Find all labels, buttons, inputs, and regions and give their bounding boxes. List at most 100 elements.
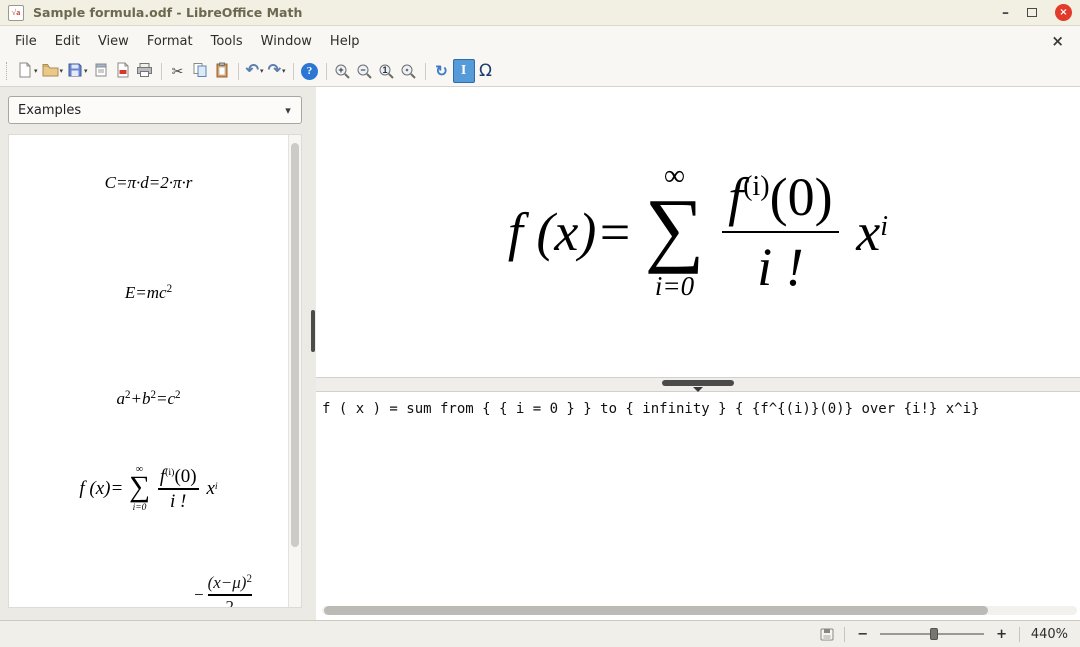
zoom-100-button[interactable]: 1 — [376, 59, 398, 83]
zoom-icon — [400, 63, 417, 80]
menu-help[interactable]: Help — [321, 30, 369, 53]
text-cursor-icon: I — [461, 63, 466, 79]
zoom-in-control[interactable]: + — [994, 628, 1009, 641]
fraction-bar — [208, 594, 252, 596]
help-button[interactable]: ? — [299, 59, 321, 83]
sum-symbol: ∑ — [645, 189, 705, 269]
zoom-100-icon: 1 — [378, 63, 395, 80]
zoom-level[interactable]: 440% — [1030, 627, 1068, 642]
chevron-down-icon[interactable]: ▾ — [60, 67, 64, 75]
chevron-down-icon[interactable]: ▾ — [84, 67, 88, 75]
menu-file[interactable]: File — [6, 30, 46, 53]
menu-format[interactable]: Format — [138, 30, 202, 53]
restore-button[interactable] — [1027, 8, 1037, 17]
window-title: Sample formula.odf - LibreOffice Math — [33, 5, 302, 20]
omega-icon: Ω — [479, 61, 492, 81]
summation: ∞ ∑ i=0 — [129, 465, 150, 514]
zoom-out-button[interactable]: − — [354, 59, 376, 83]
zoom-in-icon: + — [334, 63, 351, 80]
open-button[interactable]: ▾ — [40, 59, 66, 83]
toolbar-separator — [293, 63, 294, 80]
minimize-button[interactable]: – — [1002, 6, 1009, 20]
toolbar-separator — [238, 63, 239, 80]
menu-window[interactable]: Window — [252, 30, 321, 53]
formula-text: C=π·d=2·π·r — [105, 173, 193, 193]
undo-icon: ↶ — [246, 63, 259, 79]
cut-button[interactable]: ✂ — [167, 59, 189, 83]
example-formula-gaussian-partial[interactable]: − (x−μ)2 2 — [9, 573, 288, 608]
document-close-icon[interactable]: × — [1041, 32, 1074, 50]
example-formula-circle[interactable]: C=π·d=2·π·r — [9, 173, 288, 193]
zoom-in-button[interactable]: + — [332, 59, 354, 83]
formula-lhs: f (x)= — [79, 478, 123, 500]
editor-horizontal-scrollbar[interactable] — [322, 606, 1077, 615]
print-preview-icon — [93, 62, 109, 81]
paste-button[interactable] — [211, 59, 233, 83]
formula-cursor-button[interactable]: I — [453, 59, 475, 83]
minus-sign: − — [194, 585, 204, 605]
paste-icon — [214, 62, 230, 81]
save-icon — [67, 62, 83, 81]
scrollbar-thumb[interactable] — [291, 143, 299, 547]
examples-scrollbar[interactable] — [288, 135, 301, 607]
formula-text: E=mc2 — [125, 283, 172, 303]
redo-icon: ↷ — [268, 63, 281, 79]
chevron-down-icon[interactable]: ▾ — [277, 104, 299, 117]
sum-symbol: ∑ — [129, 474, 150, 502]
example-formula-taylor-series[interactable]: f (x)= ∞ ∑ i=0 f(i)(0) i ! xi — [9, 465, 288, 514]
document-modified-icon[interactable] — [820, 628, 834, 641]
menu-view[interactable]: View — [89, 30, 138, 53]
close-button[interactable]: × — [1055, 4, 1072, 21]
print-button[interactable] — [134, 59, 156, 83]
redo-button[interactable]: ↷ ▾ — [266, 59, 288, 83]
chevron-down-icon[interactable]: ▾ — [34, 67, 38, 75]
formula-preview-pane[interactable]: f (x)= ∞ ∑ i=0 f(i)(0) i ! xi — [316, 87, 1080, 377]
new-document-button[interactable]: ▾ — [15, 59, 40, 83]
statusbar: − + 440% — [0, 620, 1080, 647]
zoom-out-control[interactable]: − — [855, 628, 870, 641]
new-document-icon — [17, 62, 33, 81]
menubar: File Edit View Format Tools Window Help … — [0, 26, 1080, 56]
rendered-formula: f (x)= ∞ ∑ i=0 f(i)(0) i ! xi — [508, 163, 888, 302]
examples-selector-value: Examples — [18, 103, 277, 118]
zoom-out-icon: − — [356, 63, 373, 80]
open-folder-icon — [42, 62, 59, 81]
chevron-down-icon[interactable]: ▾ — [260, 67, 264, 75]
print-preview-button[interactable] — [90, 59, 112, 83]
example-formula-pythagoras[interactable]: a2+b2=c2 — [9, 389, 288, 409]
update-formula-button[interactable]: ↻ — [431, 59, 453, 83]
libreoffice-math-window: √a Sample formula.odf - LibreOffice Math… — [0, 0, 1080, 647]
fraction: f(i)(0) i ! — [716, 166, 844, 299]
zoom-button[interactable] — [398, 59, 420, 83]
fraction-bar — [158, 488, 199, 490]
menu-tools[interactable]: Tools — [202, 30, 252, 53]
example-formula-emc2[interactable]: E=mc2 — [9, 283, 288, 303]
save-button[interactable]: ▾ — [65, 59, 90, 83]
zoom-slider[interactable] — [880, 626, 984, 642]
splitter-grip[interactable] — [311, 310, 315, 352]
examples-list: C=π·d=2·π·r E=mc2 a2+b2=c2 f (x)= ∞ ∑ i=… — [8, 134, 302, 608]
menu-edit[interactable]: Edit — [46, 30, 89, 53]
zoom-slider-thumb[interactable] — [930, 628, 938, 640]
rendered-formula: f (x)= ∞ ∑ i=0 f(i)(0) i ! xi — [79, 465, 217, 514]
copy-button[interactable] — [189, 59, 211, 83]
standard-toolbar: ▾ ▾ ▾ ✂ ↶ ▾ — [0, 56, 1080, 87]
cut-icon: ✂ — [172, 63, 184, 80]
formula-source-text[interactable]: f ( x ) = sum from { { i = 0 } } to { in… — [316, 392, 1080, 426]
symbols-catalog-button[interactable]: Ω — [475, 59, 497, 83]
formula-text: a2+b2=c2 — [116, 389, 180, 409]
toolbar-handle[interactable] — [6, 62, 10, 80]
examples-selector[interactable]: Examples ▾ — [8, 96, 302, 124]
undo-button[interactable]: ↶ ▾ — [244, 59, 266, 83]
refresh-icon: ↻ — [435, 62, 448, 80]
export-pdf-button[interactable] — [112, 59, 134, 83]
help-icon: ? — [301, 63, 318, 80]
sum-lower-limit: i=0 — [133, 503, 147, 513]
scrollbar-thumb[interactable] — [324, 606, 988, 615]
horizontal-splitter[interactable] — [316, 377, 1080, 392]
chevron-down-icon[interactable]: ▾ — [282, 67, 286, 75]
splitter-handle[interactable] — [662, 380, 734, 386]
command-editor[interactable]: f ( x ) = sum from { { i = 0 } } to { in… — [316, 392, 1080, 620]
fraction: (x−μ)2 2 — [208, 573, 252, 608]
summation: ∞ ∑ i=0 — [645, 163, 705, 302]
